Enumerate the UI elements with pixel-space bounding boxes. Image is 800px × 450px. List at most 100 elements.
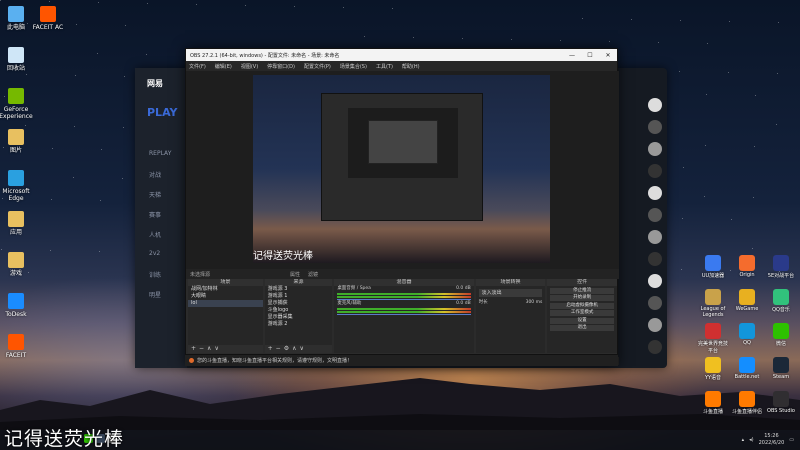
- menu-item[interactable]: 配置文件(P): [304, 63, 331, 70]
- game-platform-nav-item[interactable]: 人机: [149, 230, 161, 239]
- game-platform-nav-item[interactable]: 对战: [149, 170, 161, 179]
- maximize-icon[interactable]: ☐: [581, 52, 599, 59]
- desktop-icon[interactable]: 斗鱼直播: [698, 391, 728, 415]
- obs-title-bar[interactable]: OBS 27.2.1 (64-bit, windows) - 配置文件: 未命名…: [186, 49, 617, 61]
- desktop-icon[interactable]: 微信: [766, 323, 796, 347]
- scene-item[interactable]: 大眼睛: [188, 293, 263, 300]
- source-controls[interactable]: +−⚙∧∨: [264, 345, 333, 353]
- desktop-icon[interactable]: ToDesk: [0, 293, 36, 318]
- desktop-icon[interactable]: OBS Studio: [766, 391, 796, 414]
- friend-avatar[interactable]: [648, 230, 662, 244]
- game-platform-nav-item[interactable]: REPLAY: [149, 150, 171, 157]
- desktop-icon[interactable]: WeGame: [732, 289, 762, 312]
- source-item[interactable]: 斗鱼logo: [265, 307, 333, 314]
- friend-avatar[interactable]: [648, 318, 662, 332]
- friend-avatar[interactable]: [648, 186, 662, 200]
- game-platform-nav-item[interactable]: 2v2: [149, 250, 160, 257]
- menu-item[interactable]: 文件(F): [189, 63, 206, 70]
- control-button[interactable]: 停止推流: [550, 287, 614, 294]
- filters-toggle[interactable]: 滤镜: [308, 271, 318, 278]
- star: [73, 177, 74, 178]
- scene-item[interactable]: 战网/加特林: [188, 286, 263, 293]
- friend-avatar[interactable]: [648, 208, 662, 222]
- play-button[interactable]: PLAY: [147, 106, 178, 119]
- friend-avatar[interactable]: [648, 296, 662, 310]
- desktop-icon[interactable]: 斗鱼直播伴侣: [732, 391, 762, 415]
- network-icon[interactable]: ▴: [742, 437, 745, 443]
- desktop-icon[interactable]: QQ音乐: [766, 289, 796, 313]
- scene-controls[interactable]: +−∧∨: [188, 345, 263, 353]
- desktop-icon-label: League of Legends: [700, 306, 726, 318]
- game-platform-nav-item[interactable]: 天梯: [149, 190, 161, 199]
- clock[interactable]: 15:26 2022/6/20: [759, 433, 785, 447]
- desktop-icon[interactable]: FACEIT: [0, 334, 36, 359]
- desktop-icon[interactable]: 应用: [0, 211, 36, 236]
- desktop-icon[interactable]: Battle.net: [732, 357, 762, 380]
- close-icon[interactable]: ✕: [599, 52, 617, 59]
- friend-avatar[interactable]: [648, 142, 662, 156]
- faceit-icon: [40, 6, 56, 22]
- desktop-icon[interactable]: Origin: [732, 255, 762, 278]
- obs-window[interactable]: OBS 27.2.1 (64-bit, windows) - 配置文件: 未命名…: [185, 48, 619, 366]
- duration-value[interactable]: 300 ms: [526, 300, 543, 306]
- game-platform-nav-item[interactable]: 明星: [149, 290, 161, 299]
- star: [245, 5, 246, 6]
- control-button[interactable]: 退出: [550, 325, 614, 331]
- control-button[interactable]: 工作室模式: [550, 310, 614, 316]
- desktop-icon[interactable]: Steam: [766, 357, 796, 380]
- game-platform-nav-item[interactable]: 训练: [149, 270, 161, 279]
- minimize-icon[interactable]: —: [563, 52, 581, 59]
- desktop-icon[interactable]: YY语音: [698, 357, 728, 381]
- star: [26, 74, 27, 75]
- friend-avatar[interactable]: [648, 340, 662, 354]
- menu-item[interactable]: 视图(V): [241, 63, 258, 70]
- desktop-icon[interactable]: 游戏: [0, 252, 36, 277]
- game-platform-nav-item[interactable]: 赛事: [149, 210, 161, 219]
- source-item[interactable]: 显示捕获: [265, 300, 333, 307]
- menu-item[interactable]: 编辑(E): [215, 63, 232, 70]
- menu-item[interactable]: 工具(T): [376, 63, 393, 70]
- desktop-icon[interactable]: 5E对战平台: [766, 255, 796, 279]
- menu-item[interactable]: 场景集合(S): [340, 63, 367, 70]
- desktop-icon-label: 5E对战平台: [767, 273, 795, 279]
- star: [753, 197, 754, 198]
- source-item[interactable]: 游戏源 2: [265, 321, 333, 328]
- preview-canvas[interactable]: 记得送荧光棒: [253, 75, 550, 263]
- menu-item[interactable]: 帮助(H): [402, 63, 420, 70]
- desktop-icon[interactable]: FACEIT AC: [28, 6, 68, 31]
- desktop-icon-label: 应用: [9, 229, 22, 236]
- friend-avatar[interactable]: [648, 252, 662, 266]
- source-item[interactable]: 游戏源 1: [265, 293, 333, 300]
- star: [122, 178, 123, 179]
- friend-avatar[interactable]: [648, 164, 662, 178]
- volume-icon[interactable]: ◂): [749, 437, 753, 443]
- star: [754, 146, 755, 147]
- volume-slider[interactable]: [337, 314, 471, 315]
- desktop-icon[interactable]: UU加速器: [698, 255, 728, 279]
- control-button[interactable]: 开始录制: [550, 295, 614, 301]
- control-button[interactable]: 设置: [550, 317, 614, 324]
- desktop-icon[interactable]: League of Legends: [698, 289, 728, 318]
- desktop-icon[interactable]: 回收站: [0, 47, 36, 72]
- friend-avatar[interactable]: [648, 274, 662, 288]
- volume-slider[interactable]: [337, 299, 471, 300]
- star: [123, 127, 124, 128]
- source-item[interactable]: 游戏源 3: [265, 286, 333, 293]
- properties-toggle[interactable]: 属性: [290, 271, 300, 278]
- source-item[interactable]: 显示器采集: [265, 314, 333, 321]
- transition-select[interactable]: 淡入淡出: [478, 289, 543, 297]
- friend-avatar[interactable]: [648, 98, 662, 112]
- right-desktop-icons: UU加速器 Origin 5E对战平台 League of Legends WeGame…: [668, 255, 800, 415]
- scene-item[interactable]: lol: [188, 300, 263, 307]
- 5e-icon: [773, 255, 789, 271]
- desktop-icon[interactable]: Microsoft Edge: [0, 170, 36, 202]
- friend-avatar[interactable]: [648, 120, 662, 134]
- desktop-icon[interactable]: 完美世界竞技平台: [698, 323, 728, 354]
- menu-item[interactable]: 停靠窗口(D): [267, 63, 295, 70]
- desktop-icon[interactable]: GeForce Experience: [0, 88, 36, 120]
- desktop-icon[interactable]: 图片: [0, 129, 36, 154]
- notification-icon[interactable]: ▭: [789, 437, 794, 443]
- desktop-icon[interactable]: QQ: [732, 323, 762, 346]
- control-button[interactable]: 启动虚拟摄像机: [550, 302, 614, 309]
- desktop-icon-label: 斗鱼直播伴侣: [732, 409, 763, 415]
